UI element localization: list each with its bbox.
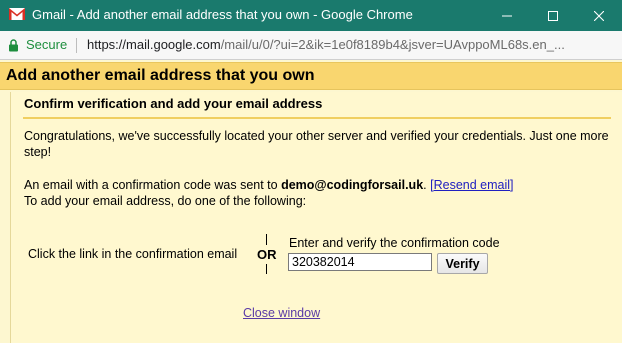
- close-window-link[interactable]: Close window: [243, 306, 320, 320]
- or-separator: OR: [257, 232, 277, 278]
- sent-email: demo@codingforsail.uk: [281, 178, 424, 192]
- minimize-icon: [502, 15, 512, 16]
- section-title: Confirm verification and add your email …: [24, 96, 323, 111]
- verify-button[interactable]: Verify: [437, 253, 488, 274]
- resend-bracket-close: ]: [510, 178, 514, 192]
- url-host: https://mail.google.com: [87, 37, 221, 52]
- code-field-label: Enter and verify the confirmation code: [289, 236, 500, 250]
- or-line-top: [266, 234, 267, 245]
- dialog-title: Add another email address that you own: [6, 67, 315, 84]
- sent-info: An email with a confirmation code was se…: [24, 177, 612, 209]
- dialog-page: Add another email address that you own C…: [0, 60, 622, 343]
- gmail-icon: [9, 8, 25, 20]
- url-path: /mail/u/0/?ui=2&ik=1e0f8189b4&jsver=UAvp…: [220, 37, 565, 52]
- congrats-text: Congratulations, we've successfully loca…: [24, 129, 609, 159]
- confirmation-code-input[interactable]: [288, 253, 432, 271]
- minimize-button[interactable]: [484, 0, 530, 31]
- window-titlebar: Gmail - Add another email address that y…: [0, 0, 622, 31]
- lock-icon: [8, 39, 19, 57]
- window-title: Gmail - Add another email address that y…: [32, 7, 413, 22]
- maximize-button[interactable]: [530, 0, 576, 31]
- dialog-header: Add another email address that you own: [0, 62, 622, 90]
- maximize-icon: [548, 10, 558, 21]
- dialog-panel: Confirm verification and add your email …: [10, 92, 622, 343]
- or-label: OR: [257, 247, 277, 262]
- address-bar[interactable]: Secure https://mail.google.com/mail/u/0/…: [0, 31, 622, 60]
- close-window-button[interactable]: [576, 0, 622, 31]
- option-click-link-text: Click the link in the confirmation email: [28, 247, 238, 261]
- close-icon: [594, 10, 604, 21]
- url-text[interactable]: https://mail.google.com/mail/u/0/?ui=2&i…: [87, 37, 565, 52]
- section-divider: [23, 117, 611, 119]
- resend-email-link[interactable]: Resend email: [434, 178, 510, 192]
- address-divider: [76, 38, 77, 53]
- sent-prefix: An email with a confirmation code was se…: [24, 178, 282, 192]
- secure-label: Secure: [26, 37, 68, 52]
- or-line-bottom: [266, 264, 267, 274]
- instructions-text: To add your email address, do one of the…: [24, 194, 307, 208]
